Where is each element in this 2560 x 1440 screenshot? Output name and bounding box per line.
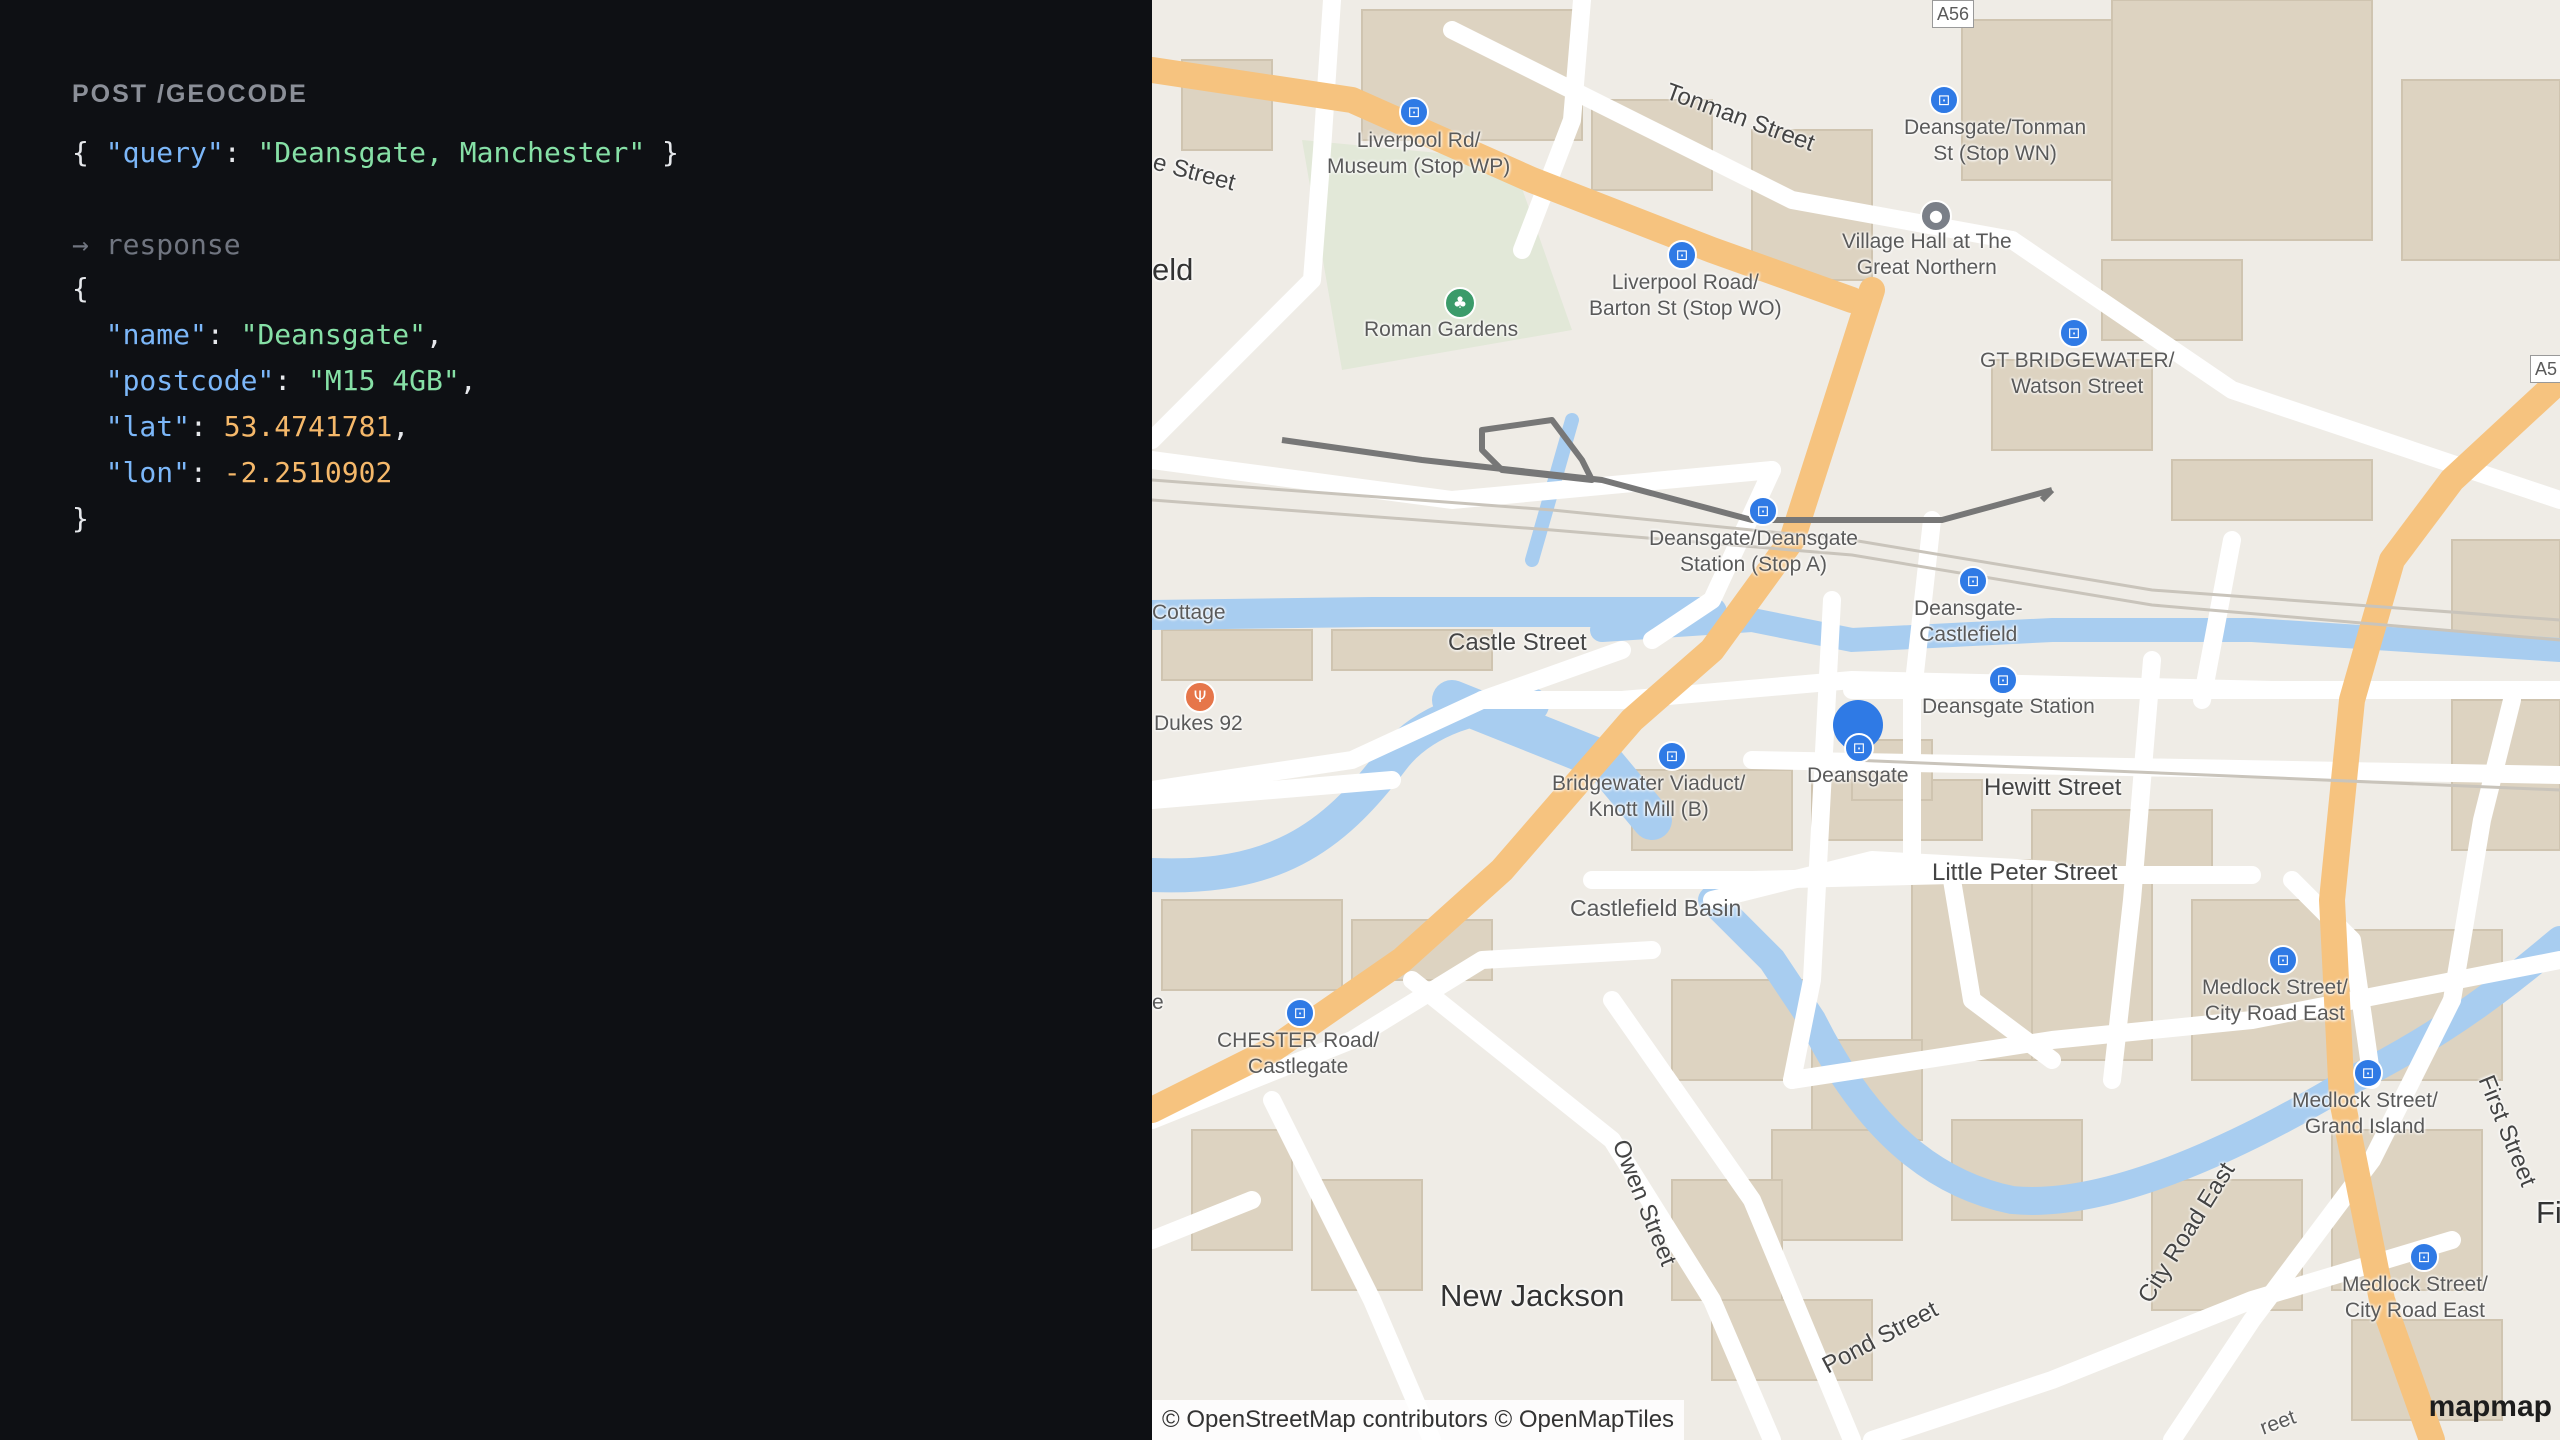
request-body: { "query": "Deansgate, Manchester" } xyxy=(72,136,679,169)
area-label: Fi xyxy=(2536,1195,2560,1230)
poi-label-dukes-92: Dukes 92 xyxy=(1154,712,1243,735)
road-shield: A5 xyxy=(2530,355,2560,383)
response-key-postcode: "postcode" xyxy=(105,364,275,397)
area-label: Castlefield Basin xyxy=(1570,895,1742,921)
tram-stop-icon[interactable]: ⊡ xyxy=(1958,566,1988,596)
tram-stop-icon[interactable]: ⊡ xyxy=(2409,1242,2439,1272)
response-key-lon: "lon" xyxy=(105,456,191,489)
tram-stop-icon[interactable]: ⊡ xyxy=(1748,496,1778,526)
tram-stop-icon[interactable]: ⊡ xyxy=(1657,741,1687,771)
response-label: → response xyxy=(72,228,241,261)
poi-label-village-hall: Village Hall at The Great Northern xyxy=(1842,230,2012,279)
query-key: "query" xyxy=(105,136,224,169)
tram-stop-icon[interactable]: ⊡ xyxy=(1929,85,1959,115)
tram-stop-label: Deansgate/Deansgate Station (Stop A) xyxy=(1649,527,1858,576)
response-body: { "name": "Deansgate", "postcode": "M15 … xyxy=(72,272,477,535)
response-key-name: "name" xyxy=(105,318,207,351)
tram-stop-label: CHESTER Road/ Castlegate xyxy=(1217,1029,1380,1078)
tram-stop-label: Medlock Street/ City Road East xyxy=(2202,976,2348,1025)
restaurant-icon[interactable]: Ψ xyxy=(1184,681,1216,713)
tram-stop-label: Bridgewater Viaduct/ Knott Mill (B) xyxy=(1552,772,1746,821)
code-panel: POST /GEOCODE { "query": "Deansgate, Man… xyxy=(0,0,1152,1440)
area-label: eld xyxy=(1152,252,1194,287)
tram-stop-label: Deansgate/Tonman St (Stop WN) xyxy=(1904,116,2087,165)
tram-stop-icon[interactable]: ⊡ xyxy=(1844,733,1874,763)
map-view[interactable]: ⊡ Liverpool Rd/ Museum (Stop WP) ⊡ Deans… xyxy=(1152,0,2560,1440)
response-value-lat: 53.4741781 xyxy=(223,410,393,443)
marker-label: Deansgate xyxy=(1807,764,1909,787)
street-label: Little Peter Street xyxy=(1932,859,2118,886)
street-label: Hewitt Street xyxy=(1984,774,2122,801)
map-attribution[interactable]: © OpenStreetMap contributors © OpenMapTi… xyxy=(1152,1400,1685,1440)
tram-stop-icon[interactable]: ⊡ xyxy=(1399,97,1429,127)
tram-stop-label: Deansgate- Castlefield xyxy=(1914,597,2023,646)
location-pin-icon[interactable]: ● xyxy=(1920,200,1952,232)
area-label: Cottage xyxy=(1152,601,1226,624)
request-label: POST /GEOCODE xyxy=(72,80,308,108)
tram-stop-icon[interactable]: ⊡ xyxy=(2353,1058,2383,1088)
response-value-postcode: "M15 4GB" xyxy=(308,364,460,397)
park-icon[interactable]: ♣ xyxy=(1444,287,1476,319)
map-logo: mapmap xyxy=(2428,1390,2552,1423)
area-label: e xyxy=(1152,991,1164,1014)
query-value: "Deansgate, Manchester" xyxy=(257,136,646,169)
tram-stop-icon[interactable]: ⊡ xyxy=(1667,240,1697,270)
tram-stop-label: Medlock Street/ City Road East xyxy=(2342,1273,2488,1322)
response-value-lon: -2.2510902 xyxy=(223,456,393,489)
tram-stop-label: Medlock Street/ Grand Island xyxy=(2292,1089,2438,1138)
tram-stop-icon[interactable]: ⊡ xyxy=(1988,665,2018,695)
tram-stop-label: Liverpool Road/ Barton St (Stop WO) xyxy=(1589,271,1782,320)
tram-stop-label: Liverpool Rd/ Museum (Stop WP) xyxy=(1327,129,1511,178)
response-value-name: "Deansgate" xyxy=(240,318,427,351)
tram-stop-icon[interactable]: ⊡ xyxy=(2059,318,2089,348)
response-key-lat: "lat" xyxy=(105,410,191,443)
road-shield: A56 xyxy=(1932,0,1975,28)
street-label: Castle Street xyxy=(1448,629,1587,656)
tram-stop-label: GT BRIDGEWATER/ Watson Street xyxy=(1980,349,2175,398)
tram-stop-icon[interactable]: ⊡ xyxy=(1285,998,1315,1028)
poi-label-roman-gardens: Roman Gardens xyxy=(1364,318,1519,341)
tram-stop-icon[interactable]: ⊡ xyxy=(2268,945,2298,975)
tram-stop-label: Deansgate Station xyxy=(1922,695,2095,718)
area-label: New Jackson xyxy=(1440,1278,1625,1313)
